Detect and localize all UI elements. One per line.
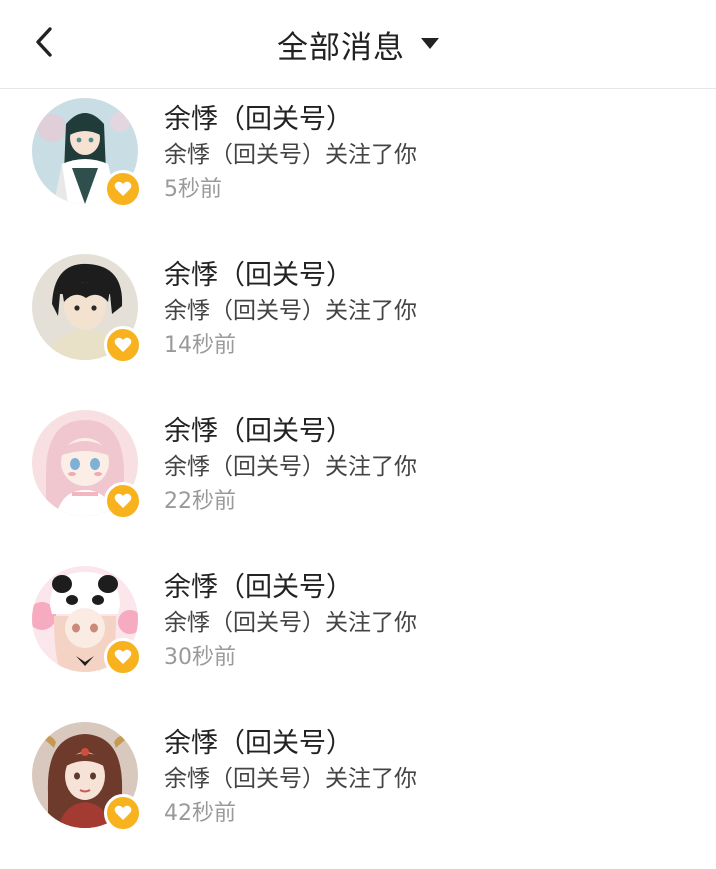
heart-icon (114, 493, 132, 508)
timestamp: 30秒前 (164, 645, 236, 670)
caret-down-icon (421, 38, 439, 49)
sender-name[interactable]: 余悸（回关号） (164, 721, 353, 760)
notification-text: 余悸（回关号）关注了你 (164, 610, 417, 636)
list-item[interactable]: 余悸（回关号） 余悸（回关号）关注了你 22秒前 (0, 401, 716, 557)
list-item[interactable]: 余悸（回关号） 余悸（回关号）关注了你 14秒前 (0, 245, 716, 401)
header-bar: 全部消息 (0, 0, 716, 89)
timestamp: 22秒前 (164, 489, 236, 514)
notification-text: 余悸（回关号）关注了你 (164, 766, 417, 792)
heart-icon (114, 181, 132, 196)
list-item[interactable]: 余悸（回关号） 余悸（回关号）关注了你 5秒前 (0, 89, 716, 245)
follow-badge (104, 794, 142, 832)
heart-icon (114, 805, 132, 820)
message-filter-dropdown[interactable]: 全部消息 (0, 22, 716, 66)
sender-name[interactable]: 余悸（回关号） (164, 97, 353, 136)
sender-name[interactable]: 余悸（回关号） (164, 565, 353, 604)
heart-icon (114, 649, 132, 664)
follow-badge (104, 170, 142, 208)
sender-name[interactable]: 余悸（回关号） (164, 409, 353, 448)
notification-text: 余悸（回关号）关注了你 (164, 454, 417, 480)
list-item[interactable]: 余悸（回关号） 余悸（回关号）关注了你 30秒前 (0, 557, 716, 713)
notification-text: 余悸（回关号）关注了你 (164, 298, 417, 324)
page-title: 全部消息 (277, 30, 405, 66)
follow-badge (104, 326, 142, 364)
timestamp: 42秒前 (164, 801, 236, 826)
follow-badge (104, 482, 142, 520)
sender-name[interactable]: 余悸（回关号） (164, 253, 353, 292)
timestamp: 5秒前 (164, 177, 222, 202)
list-item[interactable]: 余悸（回关号） 余悸（回关号）关注了你 42秒前 (0, 713, 716, 869)
heart-icon (114, 337, 132, 352)
follow-badge (104, 638, 142, 676)
notification-text: 余悸（回关号）关注了你 (164, 142, 417, 168)
timestamp: 14秒前 (164, 333, 236, 358)
